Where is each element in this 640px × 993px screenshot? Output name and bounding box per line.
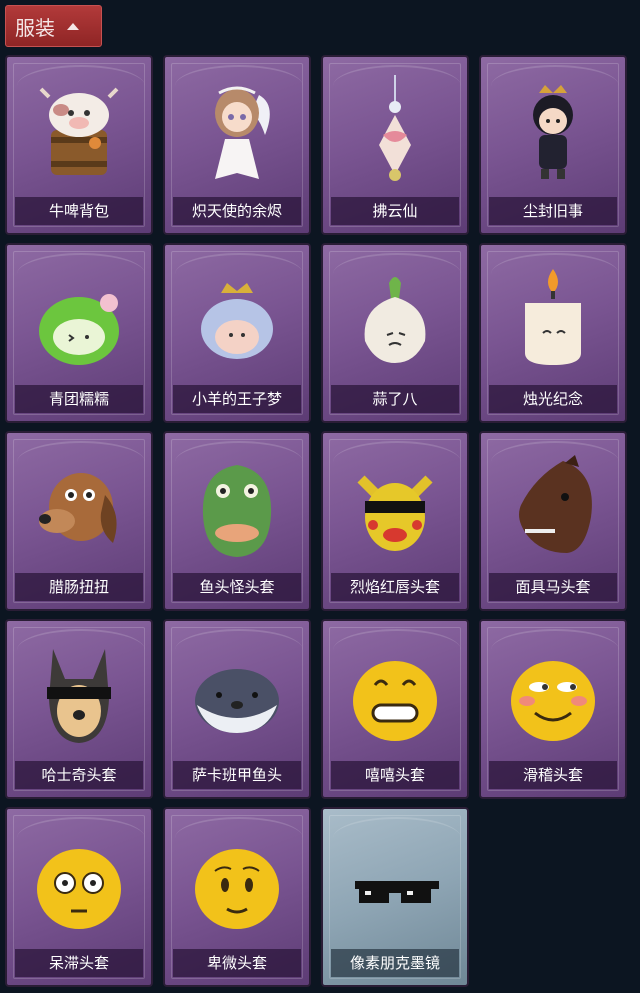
- item-label: 牛啤背包: [15, 197, 143, 225]
- item-label: 烛光纪念: [489, 385, 617, 413]
- category-label: 服装: [15, 15, 55, 40]
- costume-card[interactable]: 拂云仙: [321, 55, 469, 235]
- costume-card[interactable]: 青团糯糯: [5, 243, 153, 423]
- costume-card[interactable]: 滑稽头套: [479, 619, 627, 799]
- costume-card[interactable]: 腊肠扭扭: [5, 431, 153, 611]
- flushed-emoji-head-icon: [37, 849, 121, 929]
- pixel-sunglasses-icon: [355, 881, 439, 903]
- costume-card[interactable]: 牛啤背包: [5, 55, 153, 235]
- pleading-emoji-head-icon: [195, 849, 279, 929]
- category-dropdown-button[interactable]: 服装: [5, 5, 102, 47]
- candle-icon: [525, 269, 581, 365]
- horse-mask-icon: [519, 455, 592, 553]
- pikachu-mask-icon: [357, 475, 433, 551]
- item-label: 烈焰红唇头套: [331, 573, 459, 601]
- husky-mask-icon: [47, 649, 111, 743]
- dachshund-mask-icon: [39, 473, 117, 543]
- chevron-up-icon: [67, 22, 79, 30]
- item-label: 尘封旧事: [489, 197, 617, 225]
- item-label: 鱼头怪头套: [173, 573, 301, 601]
- costume-card[interactable]: 小羊的王子梦: [163, 243, 311, 423]
- cloud-fairy-pendant-icon: [379, 75, 411, 181]
- item-label: 蒜了八: [331, 385, 459, 413]
- costume-card[interactable]: 炽天使的余烬: [163, 55, 311, 235]
- costume-card[interactable]: 嘻嘻头套: [321, 619, 469, 799]
- item-label: 腊肠扭扭: [15, 573, 143, 601]
- item-label: 滑稽头套: [489, 761, 617, 789]
- item-label: 小羊的王子梦: [173, 385, 301, 413]
- costume-card[interactable]: 烛光纪念: [479, 243, 627, 423]
- green-mochi-icon: [39, 294, 119, 365]
- item-label: 面具马头套: [489, 573, 617, 601]
- costume-card[interactable]: 呆滞头套: [5, 807, 153, 987]
- fish-head-mask-icon: [202, 465, 272, 557]
- grin-emoji-head-icon: [353, 661, 437, 741]
- item-label: 卑微头套: [173, 949, 301, 977]
- item-label: 拂云仙: [331, 197, 459, 225]
- costume-card[interactable]: 蒜了八: [321, 243, 469, 423]
- costume-card[interactable]: 像素朋克墨镜: [321, 807, 469, 987]
- cow-beer-backpack-icon: [39, 87, 119, 175]
- smirk-emoji-head-icon: [511, 661, 595, 741]
- item-label: 青团糯糯: [15, 385, 143, 413]
- costume-card[interactable]: 萨卡班甲鱼头: [163, 619, 311, 799]
- costume-card[interactable]: 哈士奇头套: [5, 619, 153, 799]
- item-label: 哈士奇头套: [15, 761, 143, 789]
- item-label: 嘻嘻头套: [331, 761, 459, 789]
- costume-card[interactable]: 面具马头套: [479, 431, 627, 611]
- item-label: 萨卡班甲鱼头: [173, 761, 301, 789]
- garlic-icon: [364, 277, 426, 363]
- item-label: 呆滞头套: [15, 949, 143, 977]
- chibi-figure-icon: [533, 85, 573, 179]
- costume-card[interactable]: 烈焰红唇头套: [321, 431, 469, 611]
- sacabambaspis-head-icon: [195, 669, 279, 733]
- costume-card[interactable]: 卑微头套: [163, 807, 311, 987]
- item-label: 像素朋克墨镜: [331, 949, 459, 977]
- sheep-prince-icon: [201, 283, 273, 359]
- costume-card[interactable]: 鱼头怪头套: [163, 431, 311, 611]
- costume-card[interactable]: 尘封旧事: [479, 55, 627, 235]
- seraph-doll-icon: [215, 86, 270, 179]
- item-label: 炽天使的余烬: [173, 197, 301, 225]
